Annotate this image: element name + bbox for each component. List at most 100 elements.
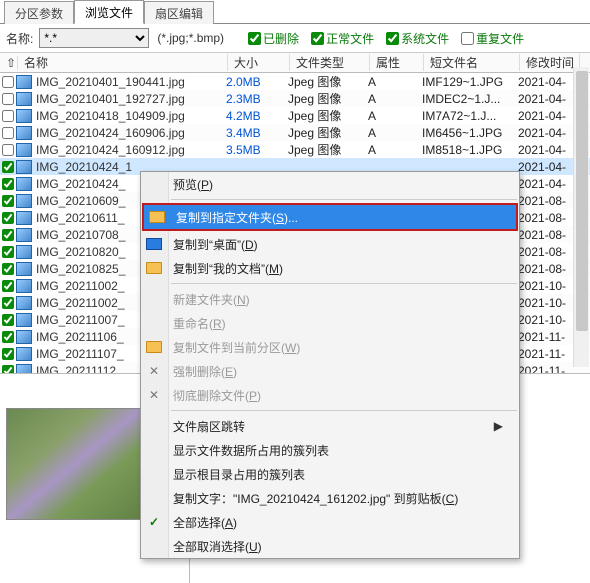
row-checkbox[interactable] bbox=[2, 280, 14, 292]
menu-item[interactable]: ✓全部选择(A) bbox=[141, 510, 519, 534]
row-checkbox[interactable] bbox=[2, 178, 14, 190]
scrollbar-thumb[interactable] bbox=[576, 71, 588, 331]
row-checkbox[interactable] bbox=[2, 297, 14, 309]
col-header-type[interactable]: 文件类型 bbox=[290, 54, 370, 71]
filter-label: 正常文件 bbox=[326, 30, 374, 47]
file-name-text: IMG_20211112_ bbox=[36, 364, 123, 374]
menu-item[interactable]: 显示文件数据所占用的簇列表 bbox=[141, 438, 519, 462]
menu-item[interactable]: 显示根目录占用的簇列表 bbox=[141, 462, 519, 486]
tab-label: 扇区编辑 bbox=[155, 7, 203, 21]
image-file-icon bbox=[16, 75, 32, 89]
row-checkbox[interactable] bbox=[2, 127, 14, 139]
check-icon: ✓ bbox=[146, 514, 162, 530]
table-row[interactable]: IMG_20210418_104909.jpg4.2MBJpeg 图像AIM7A… bbox=[0, 107, 590, 124]
name-label: 名称: bbox=[6, 30, 33, 47]
table-row[interactable]: IMG_20210424_160912.jpg3.5MBJpeg 图像AIM85… bbox=[0, 141, 590, 158]
row-checkbox-wrap bbox=[0, 110, 16, 122]
table-row[interactable]: IMG_20210401_192727.jpg2.3MBJpeg 图像AIMDE… bbox=[0, 90, 590, 107]
menu-item[interactable]: 复制到“我的文档”(M) bbox=[141, 256, 519, 280]
cell-attr: A bbox=[368, 143, 422, 157]
menu-item-label: 预览(P) bbox=[173, 176, 213, 193]
image-file-icon bbox=[16, 347, 32, 361]
cell-date: 2021-11- bbox=[518, 364, 578, 374]
cell-date: 2021-04- bbox=[518, 75, 578, 89]
menu-item[interactable]: 复制到指定文件夹(S)... bbox=[142, 203, 518, 231]
row-checkbox[interactable] bbox=[2, 229, 14, 241]
delete-icon: ✕ bbox=[146, 387, 162, 403]
menu-item: 重命名(R) bbox=[141, 311, 519, 335]
file-name-text: IMG_20210820_ bbox=[36, 245, 125, 259]
row-checkbox[interactable] bbox=[2, 263, 14, 275]
folder-icon bbox=[149, 211, 165, 223]
tab-sector-edit[interactable]: 扇区编辑 bbox=[144, 1, 214, 24]
filter-label: 重复文件 bbox=[476, 30, 524, 47]
menu-item[interactable]: 全部取消选择(U) bbox=[141, 534, 519, 558]
row-checkbox[interactable] bbox=[2, 144, 14, 156]
row-checkbox-wrap bbox=[0, 195, 16, 207]
row-checkbox[interactable] bbox=[2, 348, 14, 360]
row-checkbox[interactable] bbox=[2, 195, 14, 207]
cell-short: IM7A72~1.J... bbox=[422, 109, 518, 123]
col-header-short[interactable]: 短文件名 bbox=[424, 54, 520, 71]
col-header-date[interactable]: 修改时间 bbox=[520, 54, 580, 71]
filter-label: 系统文件 bbox=[401, 30, 449, 47]
image-file-icon bbox=[16, 92, 32, 106]
file-name-text: IMG_20210401_190441.jpg bbox=[36, 75, 185, 89]
col-header-size[interactable]: 大小 bbox=[228, 54, 290, 71]
image-file-icon bbox=[16, 296, 32, 310]
tab-browse-files[interactable]: 浏览文件 bbox=[74, 0, 144, 24]
column-header-row: ⇧ 名称 大小 文件类型 属性 短文件名 修改时间 bbox=[0, 53, 590, 73]
table-row[interactable]: IMG_20210424_160906.jpg3.4MBJpeg 图像AIM64… bbox=[0, 124, 590, 141]
image-file-icon bbox=[16, 126, 32, 140]
row-checkbox-wrap bbox=[0, 246, 16, 258]
filter-duplicate[interactable]: 重复文件 bbox=[461, 30, 524, 47]
vertical-scrollbar[interactable] bbox=[573, 67, 589, 367]
cell-size: 2.3MB bbox=[226, 92, 288, 106]
row-checkbox[interactable] bbox=[2, 76, 14, 88]
cell-attr: A bbox=[368, 109, 422, 123]
menu-item[interactable]: 复制文字："IMG_20210424_161202.jpg" 到剪贴板(C) bbox=[141, 486, 519, 510]
up-arrow-icon[interactable]: ⇧ bbox=[0, 56, 18, 70]
menu-item[interactable]: 复制到“桌面”(D) bbox=[141, 232, 519, 256]
menu-item: 复制文件到当前分区(W) bbox=[141, 335, 519, 359]
cell-attr: A bbox=[368, 92, 422, 106]
file-name-text: IMG_20210825_ bbox=[36, 262, 125, 276]
filter-deleted[interactable]: 已删除 bbox=[248, 30, 299, 47]
cell-date: 2021-04- bbox=[518, 126, 578, 140]
filter-normal-checkbox[interactable] bbox=[311, 32, 324, 45]
file-name-text: IMG_20211007_ bbox=[36, 313, 125, 327]
menu-separator bbox=[171, 283, 517, 284]
file-name-text: IMG_20211107_ bbox=[36, 347, 124, 361]
row-checkbox[interactable] bbox=[2, 212, 14, 224]
name-filter-combo[interactable]: *.* bbox=[39, 28, 149, 48]
image-file-icon bbox=[16, 160, 32, 174]
file-name-text: IMG_20210609_ bbox=[36, 194, 125, 208]
file-name-text: IMG_20210401_192727.jpg bbox=[36, 92, 185, 106]
filter-deleted-checkbox[interactable] bbox=[248, 32, 261, 45]
row-checkbox-wrap bbox=[0, 229, 16, 241]
tab-partition-params[interactable]: 分区参数 bbox=[4, 1, 74, 24]
cell-type: Jpeg 图像 bbox=[288, 73, 368, 90]
row-checkbox[interactable] bbox=[2, 365, 14, 374]
menu-item: ✕强制删除(E) bbox=[141, 359, 519, 383]
row-checkbox[interactable] bbox=[2, 161, 14, 173]
menu-item[interactable]: 文件扇区跳转▶ bbox=[141, 414, 519, 438]
filter-duplicate-checkbox[interactable] bbox=[461, 32, 474, 45]
col-header-attr[interactable]: 属性 bbox=[370, 54, 424, 71]
row-checkbox[interactable] bbox=[2, 314, 14, 326]
filter-system-checkbox[interactable] bbox=[386, 32, 399, 45]
col-header-name[interactable]: 名称 bbox=[18, 54, 228, 71]
row-checkbox[interactable] bbox=[2, 93, 14, 105]
filter-system[interactable]: 系统文件 bbox=[386, 30, 449, 47]
table-row[interactable]: IMG_20210401_190441.jpg2.0MBJpeg 图像AIMF1… bbox=[0, 73, 590, 90]
cell-date: 2021-08- bbox=[518, 228, 578, 242]
row-checkbox[interactable] bbox=[2, 110, 14, 122]
row-checkbox[interactable] bbox=[2, 246, 14, 258]
file-name-text: IMG_20211002_ bbox=[36, 279, 125, 293]
cell-size: 2.0MB bbox=[226, 75, 288, 89]
menu-item[interactable]: 预览(P) bbox=[141, 172, 519, 196]
cell-name: IMG_20210401_190441.jpg bbox=[16, 75, 226, 89]
filter-normal[interactable]: 正常文件 bbox=[311, 30, 374, 47]
cell-date: 2021-11- bbox=[518, 347, 578, 361]
row-checkbox[interactable] bbox=[2, 331, 14, 343]
